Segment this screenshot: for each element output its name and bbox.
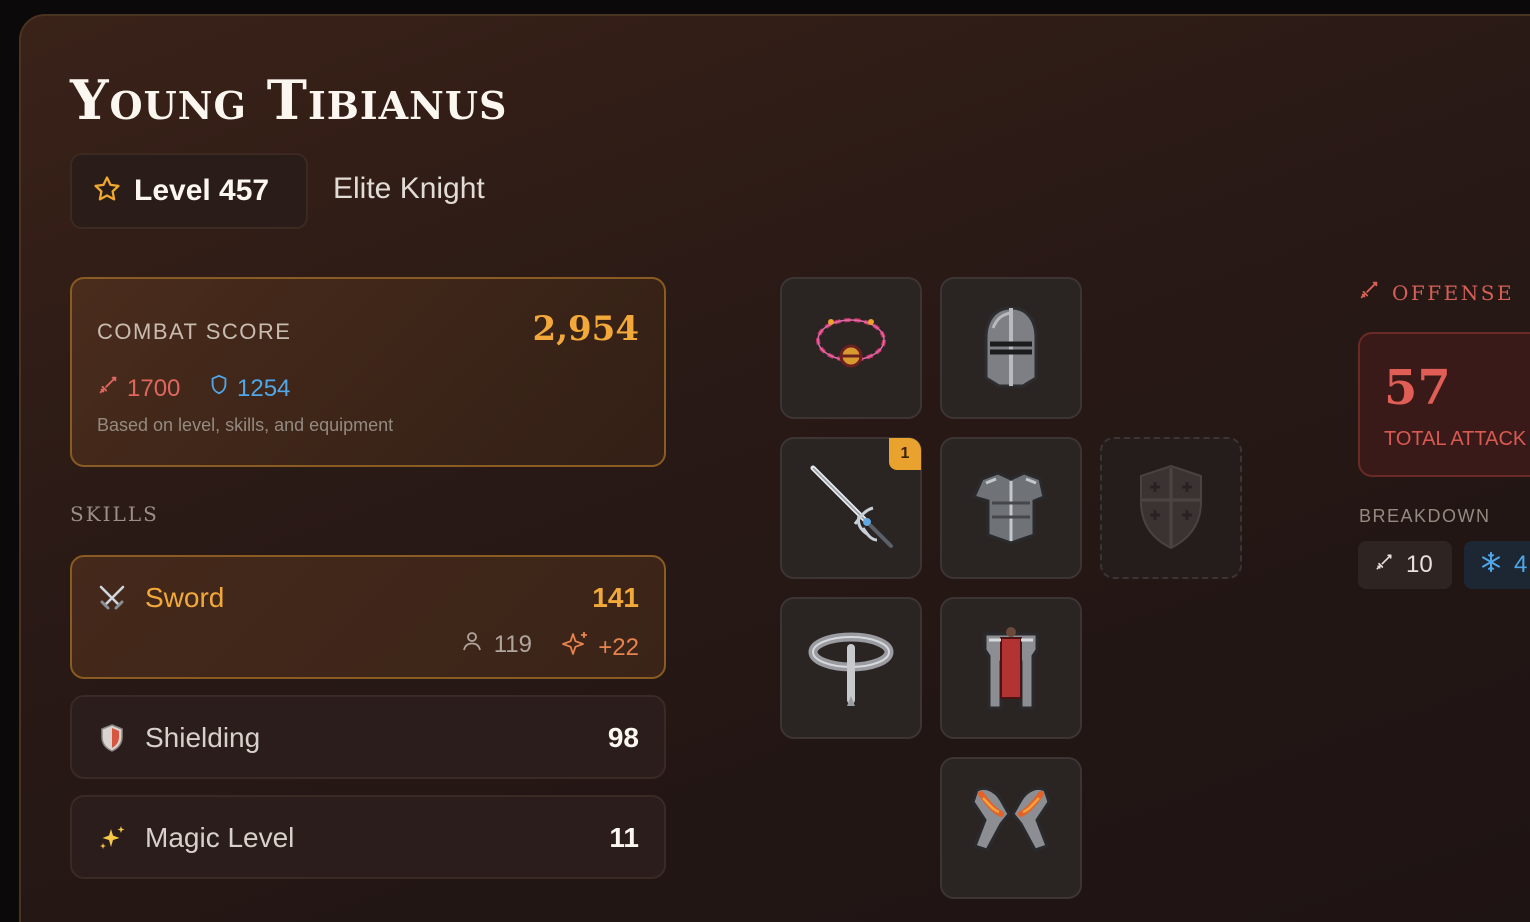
sparkles-icon [97, 823, 127, 853]
level-label: Level 457 [134, 174, 270, 207]
sword-icon [801, 456, 901, 561]
slot-helmet[interactable] [940, 277, 1082, 419]
breakdown-label: BREAKDOWN [1359, 506, 1491, 526]
skill-value: 141 [592, 582, 639, 613]
sword-icon [97, 374, 119, 403]
skill-name: Sword [145, 582, 225, 613]
shield-outline-icon [209, 374, 229, 403]
skill-row-sword[interactable]: Sword 141 119 +22 [70, 555, 666, 679]
ice-damage-chip: 4 [1464, 541, 1530, 589]
slot-legs[interactable] [940, 597, 1082, 739]
skill-row-magic-level[interactable]: Magic Level 11 [70, 795, 666, 879]
combat-score-card: COMBAT SCORE 2,954 1700 1254 Based on le… [70, 277, 666, 467]
slot-weapon[interactable]: 1 [780, 437, 922, 579]
character-card: Young Tibianus Level 457 Elite Knight CO… [19, 14, 1530, 922]
offense-score: 1700 [97, 374, 180, 403]
level-badge: Level 457 [70, 153, 308, 229]
slot-ring[interactable] [780, 597, 922, 739]
character-name: Young Tibianus [70, 68, 508, 132]
combat-score-description: Based on level, skills, and equipment [97, 415, 394, 435]
snowflake-icon [1480, 551, 1502, 580]
vocation-label: Elite Knight [333, 172, 485, 205]
skill-value: 11 [609, 822, 639, 853]
sparkle-icon [560, 629, 590, 666]
star-icon [92, 174, 122, 209]
boots-icon [963, 778, 1059, 879]
combat-score-value: 2,954 [532, 309, 639, 349]
physical-damage-chip: 10 [1358, 541, 1452, 589]
total-attack-card: 57 TOTAL ATTACK [1358, 332, 1530, 477]
skill-name: Shielding [145, 722, 261, 753]
skills-heading: SKILLS [70, 502, 159, 526]
total-attack-value: 57 [1384, 360, 1451, 416]
armor-icon [968, 463, 1054, 554]
helmet-icon [971, 300, 1051, 397]
user-icon [460, 629, 484, 660]
sword-icon [1374, 551, 1394, 579]
item-count-badge: 1 [889, 438, 921, 470]
crossed-swords-icon [97, 583, 127, 613]
ring-icon [803, 618, 899, 719]
defense-score: 1254 [209, 374, 290, 403]
shield-icon [97, 723, 127, 753]
skill-row-shielding[interactable]: Shielding 98 [70, 695, 666, 779]
offense-heading: OFFENSE [1358, 279, 1514, 306]
skill-name: Magic Level [145, 822, 295, 853]
slot-boots[interactable] [940, 757, 1082, 899]
shield-empty-icon [1133, 460, 1209, 557]
slot-shield[interactable] [1100, 437, 1242, 579]
slot-amulet[interactable] [780, 277, 922, 419]
skill-value: 98 [607, 722, 639, 753]
skill-bonus: +22 [560, 629, 639, 666]
sword-icon [1358, 279, 1380, 306]
slot-armor[interactable] [940, 437, 1082, 579]
total-attack-label: TOTAL ATTACK [1384, 428, 1527, 450]
amulet-icon [805, 300, 897, 397]
skill-base: 119 [460, 629, 532, 660]
combat-score-label: COMBAT SCORE [97, 319, 292, 344]
legs-icon [973, 618, 1049, 719]
